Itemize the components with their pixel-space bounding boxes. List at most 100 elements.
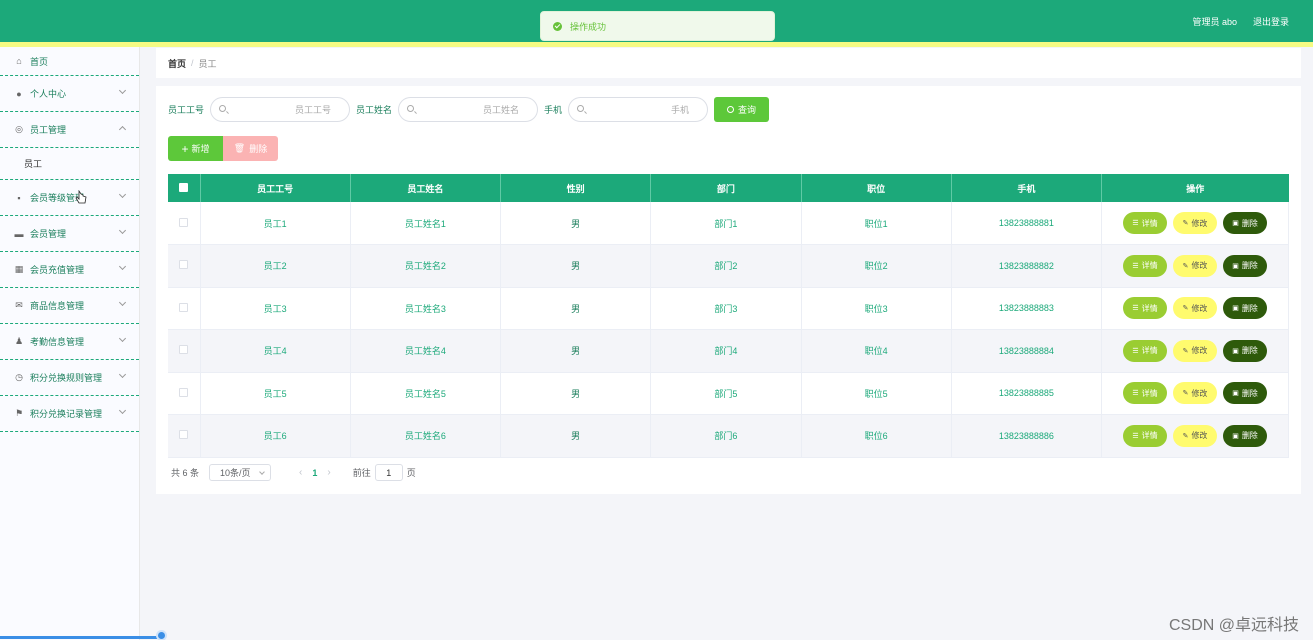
next-page-icon[interactable]: › xyxy=(327,467,330,478)
batch-delete-button[interactable]: 🗑 删除 xyxy=(223,136,278,161)
sidebar-item-profile[interactable]: ● 个人中心 xyxy=(0,76,139,112)
delete-button[interactable]: ▣ 删除 xyxy=(1223,297,1267,320)
sidebar-subitem-staff[interactable]: 员工 xyxy=(0,148,139,180)
staff-id-field[interactable] xyxy=(210,97,351,122)
sidebar-subitem-label: 员工 xyxy=(24,159,43,169)
query-button[interactable]: 查询 xyxy=(714,97,770,122)
row-actions-cell: ☰ 详情 ✎ 修改 ▣ 删除 xyxy=(1101,244,1289,288)
query-button-label: 查询 xyxy=(738,105,757,115)
phone-field[interactable] xyxy=(568,97,709,122)
page-number-current[interactable]: 1 xyxy=(312,468,317,478)
sidebar-item-label: 会员管理 xyxy=(30,229,67,239)
row-actions-cell: ☰ 详情 ✎ 修改 ▣ 删除 xyxy=(1101,329,1289,373)
detail-button[interactable]: ☰ 详情 xyxy=(1123,339,1167,362)
delete-button[interactable]: ▣ 删除 xyxy=(1223,339,1267,362)
column-header: 部门 xyxy=(650,174,802,202)
sidebar-item-product[interactable]: ✉ 商品信息管理 xyxy=(0,288,139,324)
trash-icon: ▣ xyxy=(1232,432,1239,440)
cell-gender: 男 xyxy=(500,202,652,245)
check-circle-icon xyxy=(553,21,562,31)
sidebar-item-label: 考勤信息管理 xyxy=(30,337,85,347)
row-actions-cell: ☰ 详情 ✎ 修改 ▣ 删除 xyxy=(1101,287,1289,330)
breadcrumb-home[interactable]: 首页 xyxy=(168,57,186,70)
cell-staff-name: 员工姓名3 xyxy=(350,287,502,330)
cell-phone: 13823888882 xyxy=(951,244,1103,288)
sidebar-item-points-records[interactable]: ⚑ 积分兑换记录管理 xyxy=(0,396,139,432)
chevron-down-icon xyxy=(118,298,127,307)
detail-button-label: 详情 xyxy=(1141,346,1158,356)
edit-button[interactable]: ✎ 修改 xyxy=(1173,424,1217,447)
detail-button[interactable]: ☰ 详情 xyxy=(1123,212,1167,234)
pagination-total: 共 6 条 xyxy=(171,468,200,478)
column-header: 员工工号 xyxy=(200,174,351,202)
edit-button[interactable]: ✎ 修改 xyxy=(1173,297,1217,320)
row-checkbox[interactable] xyxy=(179,345,189,355)
select-all-checkbox[interactable] xyxy=(179,182,189,192)
delete-button[interactable]: ▣ 删除 xyxy=(1223,424,1267,447)
add-button[interactable]: + 新增 xyxy=(168,136,223,161)
column-header: 性别 xyxy=(500,174,652,202)
cell-gender: 男 xyxy=(500,287,652,330)
staff-name-field[interactable] xyxy=(398,97,539,122)
edit-button[interactable]: ✎ 修改 xyxy=(1173,339,1217,362)
file-icon: ☰ xyxy=(1132,305,1139,313)
home-icon: ⌂ xyxy=(16,56,22,66)
trash-icon: ▣ xyxy=(1232,305,1239,313)
cell-position: 职位1 xyxy=(801,202,952,245)
search-label-phone: 手机 xyxy=(544,105,563,115)
goto-page-input[interactable]: 1 xyxy=(374,464,403,481)
table-row: 员工6 员工姓名6 男部门6 职位6 13823888886 ☰ 详情 ✎ 修改 ▣ 删除 xyxy=(168,414,1289,458)
phone-input[interactable] xyxy=(569,98,708,121)
message-icon: ▬ xyxy=(14,228,24,239)
sidebar-item-staff[interactable]: ◎ 员工管理 xyxy=(0,112,139,148)
edit-button[interactable]: ✎ 修改 xyxy=(1173,212,1217,234)
logout-link[interactable]: 退出登录 xyxy=(1253,15,1289,28)
success-toast: 操作成功 xyxy=(540,11,775,41)
staff-id-input[interactable] xyxy=(211,98,350,121)
delete-button[interactable]: ▣ 删除 xyxy=(1223,382,1267,405)
chevron-down-icon xyxy=(118,406,127,415)
sidebar-item-points-rules[interactable]: ◷ 积分兑换规则管理 xyxy=(0,360,139,396)
cell-phone: 13823888884 xyxy=(951,329,1103,373)
staff-name-input[interactable] xyxy=(399,98,538,121)
column-header: 职位 xyxy=(801,174,952,202)
edit-button[interactable]: ✎ 修改 xyxy=(1173,382,1217,405)
row-checkbox[interactable] xyxy=(179,430,189,440)
sidebar-item-member[interactable]: ▬ 会员管理 xyxy=(0,216,139,252)
pencil-icon: ✎ xyxy=(1182,390,1189,398)
detail-button[interactable]: ☰ 详情 xyxy=(1123,297,1167,320)
cell-position: 职位3 xyxy=(801,287,952,330)
topbar-accent-strip xyxy=(0,42,1313,47)
detail-button[interactable]: ☰ 详情 xyxy=(1123,424,1167,447)
row-checkbox[interactable] xyxy=(179,260,189,270)
cell-phone: 13823888885 xyxy=(951,372,1103,415)
detail-button[interactable]: ☰ 详情 xyxy=(1123,254,1167,277)
sidebar-item-home[interactable]: ⌂ 首页 xyxy=(0,47,139,76)
file-icon: ☰ xyxy=(1132,390,1139,398)
search-label-staff-name: 员工姓名 xyxy=(356,105,393,115)
detail-button[interactable]: ☰ 详情 xyxy=(1123,382,1167,405)
cell-staff-id: 员工2 xyxy=(200,244,351,288)
sidebar-item-attendance[interactable]: ♟ 考勤信息管理 xyxy=(0,324,139,360)
toast-message: 操作成功 xyxy=(570,21,607,32)
row-checkbox[interactable] xyxy=(179,387,189,397)
chevron-down-icon xyxy=(259,469,265,475)
detail-button-label: 详情 xyxy=(1141,218,1158,228)
edit-button[interactable]: ✎ 修改 xyxy=(1173,254,1217,277)
cell-staff-name: 员工姓名4 xyxy=(350,329,502,373)
row-checkbox[interactable] xyxy=(179,302,189,312)
prev-page-icon[interactable]: ‹ xyxy=(299,467,302,478)
edit-button-label: 修改 xyxy=(1191,346,1208,356)
page-size-select[interactable]: 10条/页 xyxy=(209,464,272,481)
row-checkbox[interactable] xyxy=(179,217,189,227)
chevron-up-icon xyxy=(118,125,127,134)
trash-icon: 🗑 xyxy=(233,143,246,153)
edit-button-label: 修改 xyxy=(1191,431,1208,441)
delete-button[interactable]: ▣ 删除 xyxy=(1223,212,1267,234)
delete-button[interactable]: ▣ 删除 xyxy=(1223,254,1267,277)
person-icon: ♟ xyxy=(14,336,24,346)
sidebar-item-member-recharge[interactable]: ▦ 会员充值管理 xyxy=(0,252,139,288)
sidebar-item-member-level[interactable]: ▪ 会员等级管理 xyxy=(0,180,139,216)
sidebar-item-label: 首页 xyxy=(30,56,49,67)
cell-staff-name: 员工姓名6 xyxy=(350,414,502,458)
